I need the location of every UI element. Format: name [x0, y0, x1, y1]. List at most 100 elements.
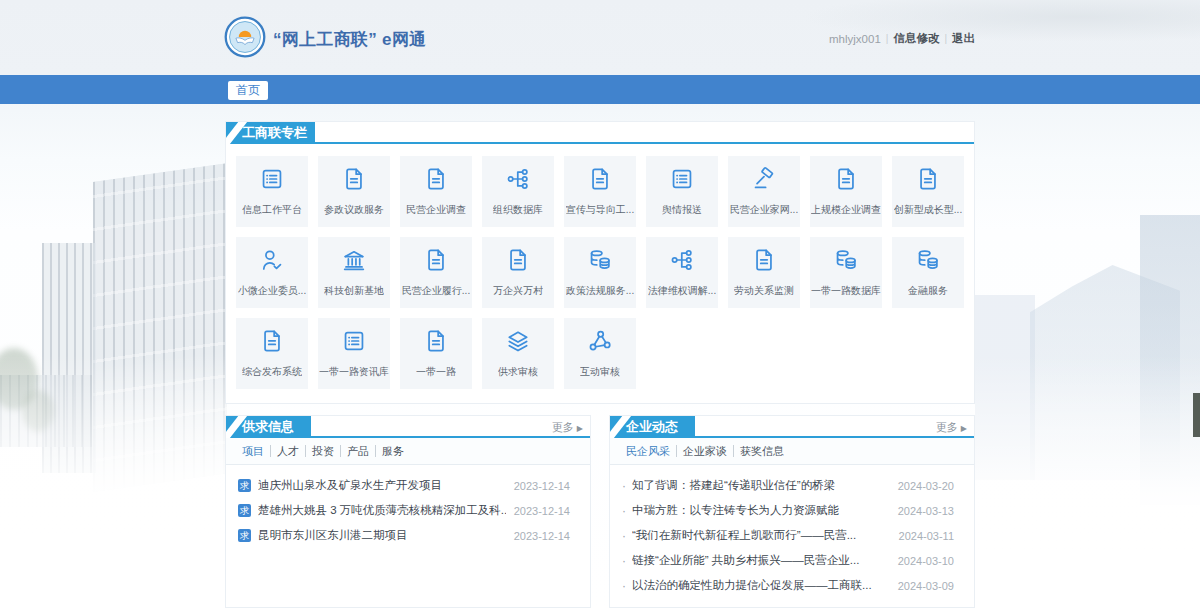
app-label: 信息工作平台 [242, 203, 302, 217]
app-icon [341, 328, 367, 358]
app-icon [505, 247, 531, 277]
supply-tab[interactable]: 人才 [270, 445, 305, 457]
app-grid-item[interactable]: 民营企业家网... [728, 156, 800, 227]
app-grid-item[interactable]: 一带一路数据库 [810, 237, 882, 308]
app-label: 小微企业委员... [238, 284, 306, 298]
app-grid-item[interactable]: 民营企业履行... [400, 237, 472, 308]
main-navbar: 首页 [0, 75, 1200, 104]
demand-badge: 求 [238, 529, 251, 542]
news-item-title[interactable]: 知了背调：搭建起“传递职业信任”的桥梁 [632, 478, 890, 493]
app-label: 创新型成长型... [894, 203, 962, 217]
app-label: 政策法规服务... [566, 284, 634, 298]
bullet-icon: · [622, 554, 626, 568]
news-item-title[interactable]: 链接“企业所能” 共助乡村振兴——民营企业... [632, 553, 890, 568]
app-grid-item[interactable]: 一带一路 [400, 318, 472, 389]
supply-item-title[interactable]: 迪庆州山泉水及矿泉水生产开发项目 [258, 478, 506, 493]
news-tab[interactable]: 获奖信息 [733, 445, 790, 457]
app-grid-item[interactable]: 上规模企业调查 [810, 156, 882, 227]
app-label: 宣传与导向工... [566, 203, 634, 217]
bullet-icon: · [622, 504, 626, 518]
app-icon [833, 166, 859, 196]
supply-item-title[interactable]: 昆明市东川区东川港二期项目 [258, 528, 506, 543]
app-label: 组织数据库 [493, 203, 543, 217]
app-grid-item[interactable]: 政策法规服务... [564, 237, 636, 308]
app-icon [751, 166, 777, 196]
news-item-title[interactable]: 以法治的确定性助力提信心促发展——工商联... [632, 578, 890, 593]
app-grid-item[interactable]: 信息工作平台 [236, 156, 308, 227]
news-list-item: · 以法治的确定性助力提信心促发展——工商联... 2024-03-09 [622, 573, 954, 598]
app-icon [751, 247, 777, 277]
app-label: 民营企业履行... [402, 284, 470, 298]
supply-list: 求 迪庆州山泉水及矿泉水生产开发项目 2023-12-14 求 楚雄州大姚县 3… [226, 465, 590, 548]
supply-tab[interactable]: 服务 [375, 445, 410, 457]
app-icon [341, 166, 367, 196]
app-label: 参政议政服务 [324, 203, 384, 217]
news-list-item: · 中瑞方胜：以专注铸专长为人力资源赋能 2024-03-13 [622, 498, 954, 523]
app-label: 供求审核 [498, 365, 538, 379]
app-icon [259, 328, 285, 358]
news-item-date: 2024-03-11 [899, 530, 954, 542]
app-label: 科技创新基地 [324, 284, 384, 298]
app-icon [669, 247, 695, 277]
app-grid-item[interactable]: 创新型成长型... [892, 156, 964, 227]
supply-demand-panel: 供求信息 更多 ▶ 项目人才投资产品服务 求 迪庆州山泉水及矿泉水生产开发项目 … [225, 415, 591, 608]
app-label: 舆情报送 [662, 203, 702, 217]
app-label: 万企兴万村 [493, 284, 543, 298]
news-item-title[interactable]: “我们在新时代新征程上凯歌而行”——民营... [632, 528, 891, 543]
app-grid-item[interactable]: 宣传与导向工... [564, 156, 636, 227]
site-logo [224, 16, 266, 58]
supply-tab[interactable]: 项目 [236, 445, 270, 457]
logout-link[interactable]: 退出 [952, 31, 975, 46]
app-grid-item[interactable]: 互动审核 [564, 318, 636, 389]
app-grid-item[interactable]: 舆情报送 [646, 156, 718, 227]
panel-title-tab: 供求信息 [226, 416, 311, 438]
app-icon [915, 247, 941, 277]
panel-header: 企业动态 更多 ▶ [610, 416, 974, 438]
supply-item-date: 2023-12-14 [514, 505, 570, 517]
app-icon [423, 247, 449, 277]
news-tab[interactable]: 企业家谈 [676, 445, 733, 457]
app-label: 民营企业调查 [406, 203, 466, 217]
edit-info-link[interactable]: 信息修改 [893, 31, 939, 46]
news-tab[interactable]: 民企风采 [620, 445, 676, 457]
supply-item-title[interactable]: 楚雄州大姚县 3 万吨优质薄壳核桃精深加工及科... [258, 503, 506, 518]
app-grid-item[interactable]: 劳动关系监测 [728, 237, 800, 308]
app-label: 一带一路资讯库 [319, 365, 389, 379]
more-arrow-icon: ▶ [961, 424, 967, 433]
supply-list-item: 求 昆明市东川区东川港二期项目 2023-12-14 [238, 523, 570, 548]
app-grid-item[interactable]: 一带一路资讯库 [318, 318, 390, 389]
app-label: 上规模企业调查 [811, 203, 881, 217]
news-item-title[interactable]: 中瑞方胜：以专注铸专长为人力资源赋能 [632, 503, 890, 518]
more-arrow-icon: ▶ [577, 424, 583, 433]
app-label: 金融服务 [908, 284, 948, 298]
app-grid-item[interactable]: 小微企业委员... [236, 237, 308, 308]
panel-title-tab: 工商联专栏 [226, 122, 315, 144]
more-link[interactable]: 更多 ▶ [552, 420, 583, 435]
bullet-icon: · [622, 479, 626, 493]
app-label: 劳动关系监测 [734, 284, 794, 298]
more-link[interactable]: 更多 ▶ [936, 420, 967, 435]
app-grid-item[interactable]: 科技创新基地 [318, 237, 390, 308]
app-grid: 信息工作平台 参政议政服务 民营企业调查 组织数据库 [226, 144, 974, 405]
app-icon [915, 166, 941, 196]
app-grid-item[interactable]: 综合发布系统 [236, 318, 308, 389]
news-list-item: · 知了背调：搭建起“传递职业信任”的桥梁 2024-03-20 [622, 473, 954, 498]
enterprise-news-panel: 企业动态 更多 ▶ 民企风采企业家谈获奖信息 · 知了背调：搭建起“传递职业信任… [609, 415, 975, 608]
app-grid-item[interactable]: 万企兴万村 [482, 237, 554, 308]
app-grid-item[interactable]: 组织数据库 [482, 156, 554, 227]
supply-tab[interactable]: 产品 [340, 445, 375, 457]
app-label: 法律维权调解... [648, 284, 716, 298]
user-bar: mhlyjx001 | 信息修改 | 退出 [829, 31, 975, 46]
supply-tab[interactable]: 投资 [305, 445, 340, 457]
supply-tabs: 项目人才投资产品服务 [226, 438, 590, 465]
app-grid-item[interactable]: 法律维权调解... [646, 237, 718, 308]
app-grid-item[interactable]: 参政议政服务 [318, 156, 390, 227]
news-item-date: 2024-03-09 [898, 580, 954, 592]
app-grid-item[interactable]: 供求审核 [482, 318, 554, 389]
nav-home-tab[interactable]: 首页 [228, 81, 268, 100]
site-title: “网上工商联” e网通 [273, 28, 426, 51]
news-item-date: 2024-03-10 [898, 555, 954, 567]
divider: | [944, 33, 947, 44]
app-grid-item[interactable]: 金融服务 [892, 237, 964, 308]
app-grid-item[interactable]: 民营企业调查 [400, 156, 472, 227]
